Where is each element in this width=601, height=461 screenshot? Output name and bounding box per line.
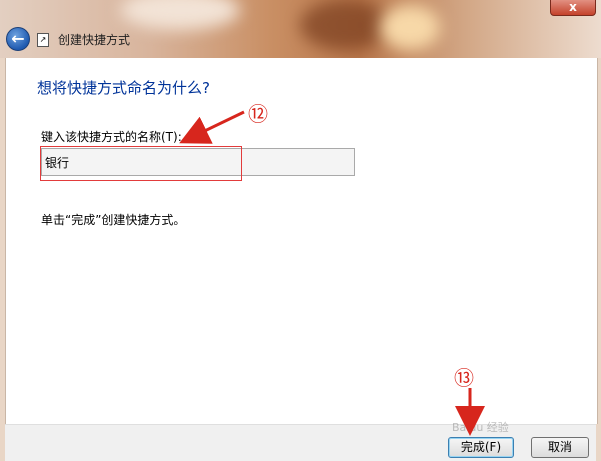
annotation-arrows <box>179 110 485 436</box>
arrow-to-input-label <box>179 110 245 144</box>
